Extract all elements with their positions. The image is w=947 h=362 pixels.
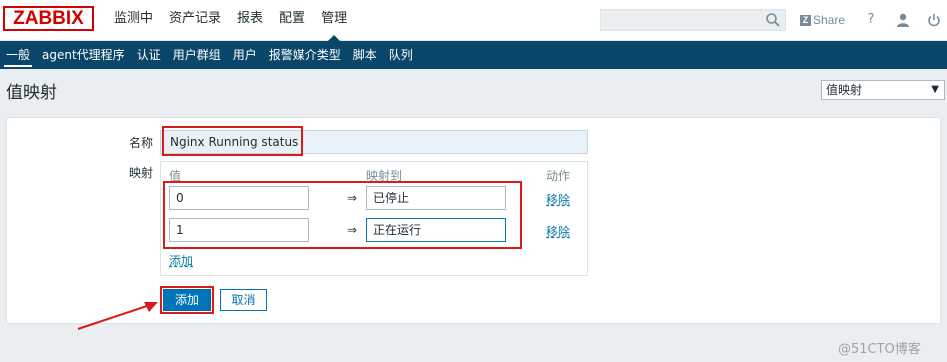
help-icon[interactable]: ?: [862, 11, 880, 29]
column-action-header: 动作: [546, 169, 571, 183]
mapping-label: 映射: [129, 166, 154, 180]
share-logo-icon: Z: [800, 14, 811, 26]
nav-reports[interactable]: 报表: [229, 0, 271, 41]
add-mapping-link[interactable]: 添加: [169, 252, 193, 269]
power-icon[interactable]: [925, 11, 943, 29]
page-title: 值映射: [6, 83, 57, 103]
nav-administration[interactable]: 管理: [313, 0, 355, 41]
subnav-proxies[interactable]: agent代理程序: [36, 41, 131, 69]
nav-monitoring[interactable]: 监测中: [106, 0, 161, 41]
subnav-queue[interactable]: 队列: [383, 41, 419, 69]
page-select-dropdown[interactable]: 值映射 ▼: [821, 80, 945, 100]
search-icon[interactable]: [765, 12, 781, 28]
nav-configuration[interactable]: 配置: [271, 0, 313, 41]
name-field[interactable]: Nginx Running status: [160, 130, 588, 154]
sub-nav: 一般 agent代理程序 认证 用户群组 用户 报警媒介类型 脚本 队列: [0, 41, 947, 69]
name-label: 名称: [129, 136, 154, 150]
remove-link-0[interactable]: 移除: [546, 191, 570, 208]
subnav-general[interactable]: 一般: [0, 41, 36, 69]
column-value-header: 值: [169, 169, 182, 183]
search-input[interactable]: [600, 9, 786, 31]
nav-inventory[interactable]: 资产记录: [161, 0, 229, 41]
zabbix-logo[interactable]: ZABBIX: [3, 6, 94, 31]
share-label: Share: [813, 13, 846, 27]
mapping-arrow-0: ⇒: [347, 191, 358, 205]
watermark: @51CTO博客: [838, 342, 921, 357]
dropdown-arrow-icon: ▼: [931, 84, 939, 95]
subnav-users[interactable]: 用户: [227, 41, 263, 69]
column-mapped-header: 映射到: [366, 169, 403, 183]
cancel-button[interactable]: 取消: [220, 289, 267, 311]
mapping-value-input-1[interactable]: 1: [169, 218, 309, 242]
user-icon[interactable]: [894, 11, 912, 29]
top-header: ZABBIX 监测中 资产记录 报表 配置 管理 Z Share ?: [0, 0, 947, 41]
annotation-arrow-icon: [77, 302, 158, 330]
remove-link-1[interactable]: 移除: [546, 223, 570, 240]
add-button[interactable]: 添加: [163, 289, 211, 311]
main-nav: 监测中 资产记录 报表 配置 管理: [106, 0, 355, 41]
mapping-value-input-0[interactable]: 0: [169, 186, 309, 210]
mapping-newvalue-input-1[interactable]: 正在运行: [366, 218, 506, 242]
mapping-arrow-1: ⇒: [347, 223, 358, 237]
share-link[interactable]: Z Share: [800, 12, 845, 28]
mapping-newvalue-input-0[interactable]: 已停止: [366, 186, 506, 210]
subnav-user-groups[interactable]: 用户群组: [167, 41, 227, 69]
subnav-scripts[interactable]: 脚本: [347, 41, 383, 69]
subnav-media-types[interactable]: 报警媒介类型: [263, 41, 347, 69]
page-select-value: 值映射: [826, 83, 863, 97]
subnav-authentication[interactable]: 认证: [131, 41, 167, 69]
